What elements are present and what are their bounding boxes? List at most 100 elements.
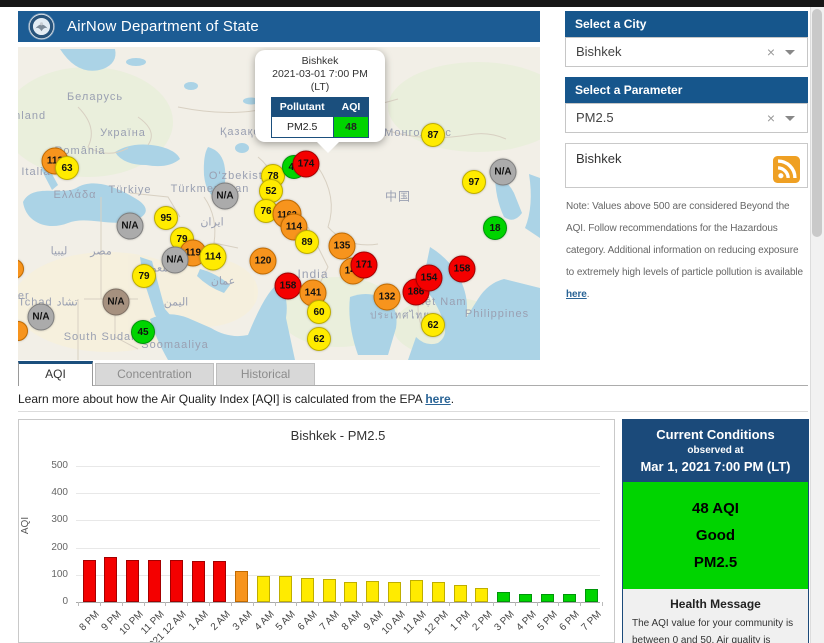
rss-icon[interactable] xyxy=(773,156,800,183)
chart-x-tick-label: 10 AM xyxy=(380,609,408,637)
tab-aqi[interactable]: AQI xyxy=(18,361,93,386)
chart-bar xyxy=(388,582,401,602)
chart-bar xyxy=(323,579,336,602)
learn-more-text: Learn more about how the Air Quality Ind… xyxy=(18,392,454,406)
parameter-select-value: PM2.5 xyxy=(576,110,614,125)
chart-bar xyxy=(410,580,423,602)
aqi-marker[interactable]: 132 xyxy=(374,284,401,311)
popup-table: Pollutant AQI PM2.5 48 xyxy=(271,97,370,138)
aqi-marker[interactable]: N/A xyxy=(212,183,239,210)
aqi-marker[interactable]: 158 xyxy=(449,256,476,283)
city-caret-icon[interactable] xyxy=(785,50,795,55)
chart-x-tick-label: 1 PM xyxy=(449,609,473,633)
aqi-marker[interactable]: 18 xyxy=(483,216,507,240)
popup-aqi-value: 48 xyxy=(333,117,369,138)
aqi-marker[interactable]: N/A xyxy=(28,304,55,331)
aqi-marker[interactable]: 154 xyxy=(416,265,443,292)
chart-axis-tick xyxy=(144,602,145,606)
aqi-bar-chart: Bishkek - PM2.5 AQI 01002003004005008 PM… xyxy=(18,419,615,643)
select-parameter-header: Select a Parameter xyxy=(565,77,808,103)
aqi-marker[interactable]: 135 xyxy=(329,233,356,260)
aqi-marker[interactable]: 45 xyxy=(131,320,155,344)
aqi-marker[interactable]: 171 xyxy=(351,252,378,279)
select-city-header: Select a City xyxy=(565,11,808,37)
popup-timezone: (LT) xyxy=(255,81,385,94)
health-message-block: Health Message The AQI value for your co… xyxy=(623,589,808,643)
aqi-marker[interactable]: 95 xyxy=(154,206,178,230)
rss-feed-box: Bishkek xyxy=(565,143,808,188)
city-select[interactable]: Bishkek × xyxy=(565,37,808,67)
aqi-marker[interactable]: 62 xyxy=(421,313,445,337)
chart-axis-tick xyxy=(471,602,472,606)
chart-axis-tick xyxy=(362,602,363,606)
aqi-marker[interactable]: N/A xyxy=(117,213,144,240)
chart-bar xyxy=(432,582,445,602)
chart-bar xyxy=(497,592,510,602)
chart-bar xyxy=(585,589,598,602)
chart-x-tick-label: 5 AM xyxy=(274,609,298,633)
chart-x-tick-label: 10 PM xyxy=(117,609,145,637)
scrollbar-thumb[interactable] xyxy=(812,9,822,237)
chart-x-tick-label: 5 PM xyxy=(536,609,560,633)
tab-divider xyxy=(18,385,808,386)
chart-bar xyxy=(344,582,357,602)
city-clear-icon[interactable]: × xyxy=(767,38,775,66)
parameter-select[interactable]: PM2.5 × xyxy=(565,103,808,133)
chart-y-tick-label: 500 xyxy=(28,460,68,471)
chart-x-tick-label: 4 AM xyxy=(253,609,277,633)
chart-x-tick-label: 2 AM xyxy=(209,609,233,633)
epa-link[interactable]: here xyxy=(425,392,450,406)
chart-axis-tick xyxy=(406,602,407,606)
aqi-marker[interactable]: N/A xyxy=(162,247,189,274)
chart-bar xyxy=(104,557,117,602)
chart-axis-tick xyxy=(384,602,385,606)
conditions-datetime: Mar 1, 2021 7:00 PM (LT) xyxy=(627,459,804,474)
chart-bar xyxy=(541,594,554,602)
chart-axis-tick xyxy=(558,602,559,606)
aqi-marker[interactable]: 114 xyxy=(200,244,227,271)
app-header: AirNow Department of State xyxy=(18,11,540,42)
chart-axis-tick xyxy=(493,602,494,606)
tab-historical[interactable]: Historical xyxy=(216,363,315,385)
content-divider xyxy=(18,411,808,412)
chart-bar xyxy=(235,571,248,602)
note-prefix: Note: Values above 500 are considered Be… xyxy=(566,201,803,278)
parameter-clear-icon[interactable]: × xyxy=(767,104,775,132)
aqi-map[interactable]: БеларусьУкраїнаDeutschlandRomâniaItaliaΕ… xyxy=(18,47,540,360)
aqi-marker[interactable]: N/A xyxy=(490,159,517,186)
chart-y-tick-label: 400 xyxy=(28,487,68,498)
note-here-link[interactable]: here xyxy=(566,289,587,300)
chart-axis-tick xyxy=(122,602,123,606)
chart-bar xyxy=(126,560,139,602)
chart-x-tick-label: 8 PM xyxy=(77,609,101,633)
aqi-marker[interactable]: 97 xyxy=(462,170,486,194)
chart-axis-tick xyxy=(449,602,450,606)
chart-x-tick-label: 1 AM xyxy=(187,609,211,633)
chart-bar xyxy=(475,588,488,602)
aqi-marker[interactable]: 62 xyxy=(307,327,331,351)
chart-y-tick-label: 300 xyxy=(28,514,68,525)
aqi-marker[interactable]: 60 xyxy=(307,300,331,324)
chart-x-tick-label: 7 AM xyxy=(318,609,342,633)
chart-axis-tick xyxy=(253,602,254,606)
aqi-marker[interactable]: 120 xyxy=(250,248,277,275)
aqi-marker[interactable]: 174 xyxy=(293,151,320,178)
chart-axis-tick xyxy=(427,602,428,606)
app-title: AirNow Department of State xyxy=(67,18,259,35)
parameter-caret-icon[interactable] xyxy=(785,116,795,121)
chart-axis-tick xyxy=(275,602,276,606)
aqi-marker[interactable]: 79 xyxy=(132,264,156,288)
tab-concentration[interactable]: Concentration xyxy=(95,363,214,385)
chart-plot-area: 01002003004005008 PM9 PM10 PM11 PM3/1/20… xyxy=(19,420,615,643)
chart-axis-tick xyxy=(318,602,319,606)
popup-pollutant-value: PM2.5 xyxy=(271,117,333,138)
aqi-marker[interactable]: 158 xyxy=(275,273,302,300)
aqi-marker[interactable]: N/A xyxy=(103,289,130,316)
health-message-title: Health Message xyxy=(632,597,799,611)
chart-x-tick-label: 7 PM xyxy=(580,609,604,633)
rss-city-label: Bishkek xyxy=(576,151,622,166)
aqi-marker[interactable]: 63 xyxy=(55,156,79,180)
aqi-marker[interactable]: 89 xyxy=(295,230,319,254)
conditions-category: Good xyxy=(627,522,804,549)
aqi-marker[interactable]: 87 xyxy=(421,123,445,147)
